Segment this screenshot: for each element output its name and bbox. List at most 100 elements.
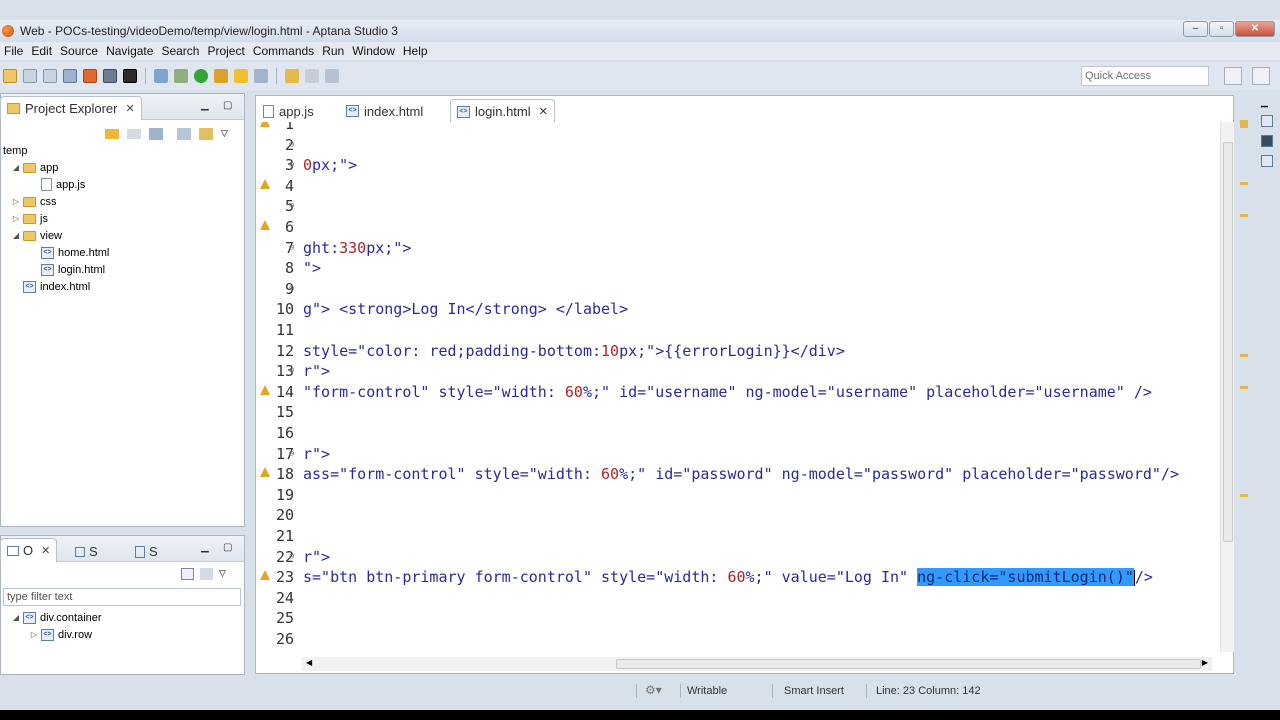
fold-toggle-icon[interactable]: ⊖ (289, 361, 294, 381)
tree-root[interactable]: temp (3, 142, 27, 159)
pin-icon[interactable] (325, 69, 339, 83)
code-line[interactable]: 3 ⊖ 0px;"> (256, 155, 1219, 175)
tab-snippets[interactable]: S (75, 544, 98, 559)
forward-icon[interactable] (127, 129, 141, 139)
terminal-view-icon[interactable] (1261, 135, 1273, 147)
expand-arrow-icon[interactable]: ▷ (11, 197, 21, 206)
warning-marker[interactable] (1240, 494, 1248, 497)
code-line[interactable]: 25 (256, 608, 1219, 628)
fold-toggle-icon[interactable]: ⊖ (289, 155, 294, 175)
properties-icon[interactable] (1261, 155, 1273, 167)
scroll-left-icon[interactable]: ◀ (306, 658, 312, 667)
code-line[interactable]: 4 (256, 176, 1219, 196)
fold-toggle-icon[interactable]: ⊖ (289, 444, 294, 464)
link-icon[interactable] (154, 69, 168, 83)
editor-tab-app-js[interactable]: app.js (257, 99, 320, 123)
tree-item-login-html[interactable]: <> login.html (29, 261, 105, 278)
fold-toggle-icon[interactable]: ⊖ (289, 135, 294, 155)
code-line[interactable]: 5 ⊖ (256, 196, 1219, 216)
menu-run[interactable]: Run (318, 44, 348, 58)
warning-marker[interactable] (1240, 214, 1248, 217)
link-with-editor-icon[interactable] (199, 128, 213, 140)
list-icon[interactable] (181, 568, 194, 580)
editor-tab-login-html[interactable]: <> login.html ✕ (450, 99, 555, 123)
warning-marker[interactable] (1240, 386, 1248, 389)
collapse-arrow-icon[interactable]: ◢ (11, 231, 21, 240)
maximize-icon[interactable]: ▢ (223, 100, 232, 111)
back-icon[interactable] (105, 129, 119, 139)
search-icon[interactable] (234, 69, 248, 83)
menu-search[interactable]: Search (157, 44, 203, 58)
toggle-mark-icon[interactable] (254, 69, 268, 83)
collapse-arrow-icon[interactable]: ◢ (11, 163, 21, 172)
code-line[interactable]: 7 ⊖ ght:330px;"> (256, 238, 1219, 258)
sort-icon[interactable] (200, 568, 213, 580)
vertical-scrollbar[interactable] (1220, 122, 1234, 652)
code-line[interactable]: 13 ⊖ r"> (256, 361, 1219, 381)
warning-marker[interactable] (1240, 182, 1248, 185)
external-tools-icon[interactable] (214, 69, 228, 83)
close-icon[interactable]: ✕ (41, 544, 50, 557)
maximize-icon[interactable]: ▢ (223, 542, 232, 553)
code-line[interactable]: 11 (256, 320, 1219, 340)
code-editor[interactable]: 1 2 ⊖ 3 ⊖ 0px;"> 4 5 ⊖ 6 7 ⊖ ght:330px;"> 8 "> 9 ⊖ 10 g"> … (256, 122, 1219, 652)
expand-arrow-icon[interactable]: ▷ (11, 214, 21, 223)
code-line[interactable]: 22 ⊖ r"> (256, 547, 1219, 567)
close-icon[interactable]: ✕ (539, 105, 548, 118)
fold-toggle-icon[interactable]: ⊖ (289, 279, 294, 299)
code-line[interactable]: 6 (256, 217, 1219, 237)
close-icon[interactable]: ✕ (125, 102, 134, 115)
web-perspective-icon[interactable] (1252, 67, 1270, 85)
expand-arrow-icon[interactable]: ▷ (29, 630, 39, 639)
menu-commands[interactable]: Commands (249, 44, 318, 58)
code-line[interactable]: 19 (256, 485, 1219, 505)
outline-item[interactable]: ◢ <> div.container (11, 609, 102, 626)
back-icon[interactable] (285, 69, 299, 83)
selected-text[interactable]: ng-click="submitLogin()" (917, 568, 1134, 587)
debug-icon[interactable] (174, 69, 188, 83)
warning-marker[interactable] (1240, 354, 1248, 357)
collapse-all-icon[interactable] (177, 128, 191, 140)
terminal-icon[interactable] (123, 69, 137, 83)
code-line[interactable]: 1 (256, 122, 1219, 134)
tab-samples[interactable]: S (135, 544, 158, 559)
save-all-icon[interactable] (43, 69, 57, 83)
tree-item-index-html[interactable]: <> index.html (11, 278, 90, 295)
vertical-scroll-thumb[interactable] (1223, 142, 1233, 542)
maximize-button[interactable]: ▫ (1209, 21, 1234, 37)
view-menu-icon[interactable]: ▽ (221, 128, 228, 140)
new-icon[interactable] (3, 69, 17, 83)
code-line[interactable]: 26 (256, 629, 1219, 649)
link-editor-icon[interactable] (149, 128, 163, 140)
tree-item-home-html[interactable]: <> home.html (29, 244, 109, 261)
code-line[interactable]: 20 (256, 505, 1219, 525)
code-line[interactable]: 18 ass="form-control" style="width: 60%;"… (256, 464, 1219, 484)
fold-toggle-icon[interactable]: ⊖ (289, 196, 294, 216)
warning-marker[interactable] (1240, 120, 1248, 128)
minimize-icon[interactable]: ▁ (201, 100, 209, 111)
tab-outline[interactable]: O ✕ (0, 538, 58, 562)
minimize-icon[interactable]: ▁ (201, 542, 209, 553)
tab-project-explorer[interactable]: Project Explorer ✕ (0, 96, 142, 120)
fold-toggle-icon[interactable]: ⊖ (289, 547, 294, 567)
horizontal-scrollbar[interactable]: ◀ ▶ (302, 657, 1212, 671)
tree-item-app-js[interactable]: app.js (29, 176, 85, 193)
console-icon[interactable] (1261, 115, 1273, 127)
code-line[interactable]: 9 ⊖ (256, 279, 1219, 299)
close-button[interactable]: ✕ (1235, 21, 1275, 37)
save-icon[interactable] (23, 69, 37, 83)
tree-item-app[interactable]: ◢ app (11, 159, 58, 176)
home-icon[interactable] (83, 69, 97, 83)
code-line[interactable]: 15 (256, 402, 1219, 422)
editor-tab-index-html[interactable]: <> index.html (340, 99, 429, 123)
tree-item-css[interactable]: ▷ css (11, 193, 57, 210)
quick-access-input[interactable]: Quick Access (1081, 66, 1209, 86)
menu-project[interactable]: Project (203, 44, 248, 58)
print-icon[interactable] (63, 69, 77, 83)
view-menu-icon[interactable]: ▽ (219, 568, 226, 580)
tree-item-js[interactable]: ▷ js (11, 210, 48, 227)
menu-window[interactable]: Window (348, 44, 399, 58)
horizontal-scroll-thumb[interactable] (616, 659, 1201, 669)
code-line[interactable]: 2 ⊖ (256, 135, 1219, 155)
code-line[interactable]: 17 ⊖ r"> (256, 444, 1219, 464)
